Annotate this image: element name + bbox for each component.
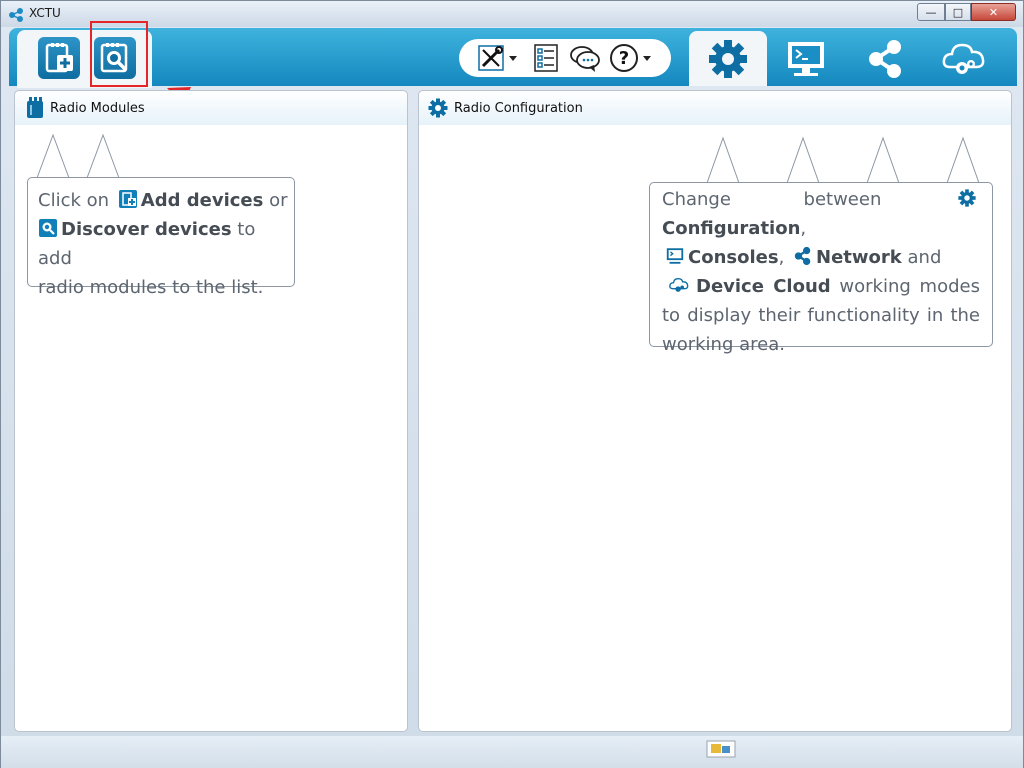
minimize-button[interactable]: —	[917, 3, 945, 21]
cloud-gear-icon	[942, 43, 985, 74]
status-device-icon[interactable]	[706, 740, 736, 758]
device-cloud-label: Device Cloud	[696, 276, 831, 297]
gear-icon	[958, 189, 976, 207]
window-controls: — □ ✕	[917, 3, 1017, 21]
frames-list-button[interactable]	[533, 43, 559, 73]
help-icon: ?	[610, 44, 638, 72]
radio-modules-header: Radio Modules	[15, 91, 407, 125]
app-window: XCTU — □ ✕ ? Radio Modules Click on Add …	[0, 0, 1024, 768]
close-icon: ✕	[988, 5, 999, 19]
monitor-console-icon	[666, 248, 684, 264]
network-nodes-icon	[869, 39, 901, 78]
hint-pointer-shape	[706, 136, 980, 184]
panel-title: Radio Modules	[50, 101, 145, 116]
hint-text: radio modules to the list.	[38, 277, 264, 298]
tools-menu-group: ?	[459, 39, 671, 77]
maximize-button[interactable]: □	[945, 3, 971, 21]
hint-text: Change between	[662, 189, 882, 210]
configuration-label: Configuration	[662, 218, 801, 239]
network-label: Network	[816, 247, 902, 268]
close-button[interactable]: ✕	[971, 3, 1016, 21]
panel-title: Radio Configuration	[454, 101, 583, 116]
window-title: XCTU	[29, 6, 61, 20]
discover-devices-label: Discover devices	[61, 219, 232, 240]
annotation-highlight-box	[90, 21, 148, 87]
radio-configuration-header: Radio Configuration	[419, 91, 1011, 125]
radio-module-icon	[27, 97, 43, 118]
tools-button[interactable]	[477, 43, 517, 73]
hint-text: Click on	[38, 190, 110, 211]
tab-device-cloud[interactable]	[925, 31, 1003, 86]
monitor-console-icon	[788, 41, 824, 76]
help-button[interactable]: ?	[609, 43, 651, 73]
tools-icon	[478, 45, 504, 71]
gear-icon	[428, 98, 448, 118]
feedback-button[interactable]	[569, 43, 601, 73]
add-device-icon	[118, 190, 137, 208]
working-modes-hint: Change between Configuration, Consoles, …	[649, 182, 993, 355]
radio-configuration-panel: Radio Configuration Change between Confi…	[418, 90, 1012, 732]
minimize-icon: —	[925, 5, 937, 19]
radio-modules-hint: Click on Add devices or Discover devices…	[27, 177, 295, 298]
hint-pointer-shape	[36, 133, 120, 179]
chevron-down-icon	[509, 55, 517, 61]
tab-network[interactable]	[847, 31, 925, 86]
xctu-logo-icon	[9, 8, 23, 22]
hint-text: ,	[800, 218, 807, 239]
status-bar	[1, 736, 1023, 768]
tab-configuration[interactable]	[689, 31, 767, 86]
cloud-gear-icon	[669, 277, 689, 292]
gear-icon	[709, 39, 747, 78]
hint-text: or	[269, 190, 288, 211]
hint-text: ,	[778, 247, 785, 268]
tab-consoles[interactable]	[767, 31, 845, 86]
discover-device-icon	[39, 219, 57, 237]
svg-text:?: ?	[619, 48, 629, 69]
add-devices-button[interactable]	[38, 37, 80, 79]
add-devices-label: Add devices	[140, 190, 264, 211]
feedback-chat-icon	[570, 46, 600, 72]
add-device-icon	[45, 43, 73, 73]
radio-modules-panel: Radio Modules Click on Add devices or Di…	[14, 90, 408, 732]
network-nodes-icon	[794, 246, 811, 266]
maximize-icon: □	[952, 5, 964, 19]
hint-text: working modes	[839, 276, 980, 297]
consoles-label: Consoles	[688, 247, 779, 268]
title-bar: XCTU — □ ✕	[1, 1, 1023, 27]
chevron-down-icon	[643, 55, 651, 61]
frames-list-icon	[534, 44, 558, 72]
hint-text: and	[907, 247, 942, 268]
hint-text: to display their functionality in	[662, 305, 944, 326]
